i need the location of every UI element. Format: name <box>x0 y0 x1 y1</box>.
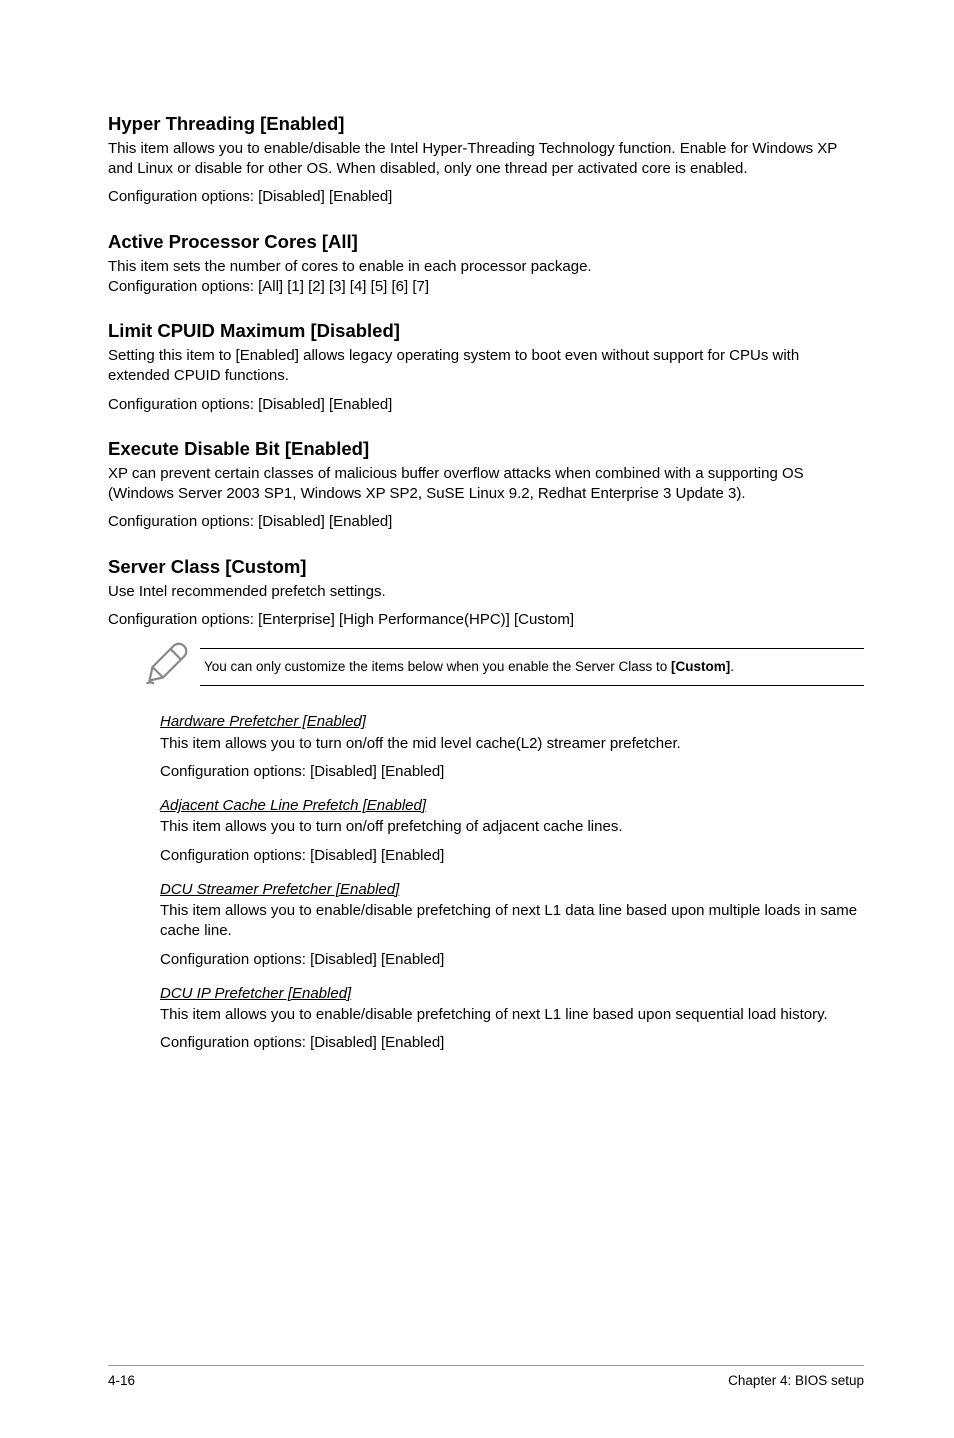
section-execute-disable-bit: Execute Disable Bit [Enabled] XP can pre… <box>108 437 864 533</box>
sub-para: This item allows you to enable/disable p… <box>160 901 864 942</box>
section-para: Setting this item to [Enabled] allows le… <box>108 346 864 387</box>
section-para: Use Intel recommended prefetch settings. <box>108 582 864 602</box>
page-number: 4-16 <box>108 1372 135 1390</box>
section-para: This item sets the number of cores to en… <box>108 257 864 277</box>
pencil-note-icon <box>142 640 190 694</box>
sub-title: Adjacent Cache Line Prefetch [Enabled] <box>160 796 864 816</box>
section-para: This item allows you to enable/disable t… <box>108 139 864 180</box>
sub-title: Hardware Prefetcher [Enabled] <box>160 712 864 732</box>
note-prefix: You can only customize the items below w… <box>204 659 671 674</box>
section-limit-cpuid-maximum: Limit CPUID Maximum [Disabled] Setting t… <box>108 319 864 415</box>
note-bold: [Custom] <box>671 659 730 674</box>
section-hyper-threading: Hyper Threading [Enabled] This item allo… <box>108 112 864 208</box>
note-block: You can only customize the items below w… <box>142 640 864 694</box>
note-text: You can only customize the items below w… <box>200 648 864 686</box>
section-para: Configuration options: [Disabled] [Enabl… <box>108 395 864 415</box>
section-para: Configuration options: [All] [1] [2] [3]… <box>108 277 864 297</box>
sub-dcu-ip-prefetcher: DCU IP Prefetcher [Enabled] This item al… <box>160 984 864 1054</box>
sub-para: This item allows you to enable/disable p… <box>160 1005 864 1025</box>
section-para: Configuration options: [Disabled] [Enabl… <box>108 187 864 207</box>
section-para: Configuration options: [Disabled] [Enabl… <box>108 512 864 532</box>
sub-para: Configuration options: [Disabled] [Enabl… <box>160 846 864 866</box>
section-title: Active Processor Cores [All] <box>108 230 864 255</box>
sub-para: This item allows you to turn on/off the … <box>160 734 864 754</box>
section-title: Limit CPUID Maximum [Disabled] <box>108 319 864 344</box>
note-suffix: . <box>730 659 734 674</box>
page-footer: 4-16 Chapter 4: BIOS setup <box>108 1365 864 1390</box>
section-title: Server Class [Custom] <box>108 555 864 580</box>
section-title: Execute Disable Bit [Enabled] <box>108 437 864 462</box>
section-active-processor-cores: Active Processor Cores [All] This item s… <box>108 230 864 297</box>
sub-adjacent-cache-line-prefetch: Adjacent Cache Line Prefetch [Enabled] T… <box>160 796 864 866</box>
sub-para: Configuration options: [Disabled] [Enabl… <box>160 950 864 970</box>
sub-para: This item allows you to turn on/off pref… <box>160 817 864 837</box>
sub-para: Configuration options: [Disabled] [Enabl… <box>160 1033 864 1053</box>
section-para: XP can prevent certain classes of malici… <box>108 464 864 505</box>
chapter-label: Chapter 4: BIOS setup <box>728 1372 864 1390</box>
sub-title: DCU Streamer Prefetcher [Enabled] <box>160 880 864 900</box>
sub-para: Configuration options: [Disabled] [Enabl… <box>160 762 864 782</box>
sub-dcu-streamer-prefetcher: DCU Streamer Prefetcher [Enabled] This i… <box>160 880 864 970</box>
section-title: Hyper Threading [Enabled] <box>108 112 864 137</box>
section-para: Configuration options: [Enterprise] [Hig… <box>108 610 864 630</box>
section-server-class: Server Class [Custom] Use Intel recommen… <box>108 555 864 630</box>
sub-title: DCU IP Prefetcher [Enabled] <box>160 984 864 1004</box>
sub-hardware-prefetcher: Hardware Prefetcher [Enabled] This item … <box>160 712 864 782</box>
